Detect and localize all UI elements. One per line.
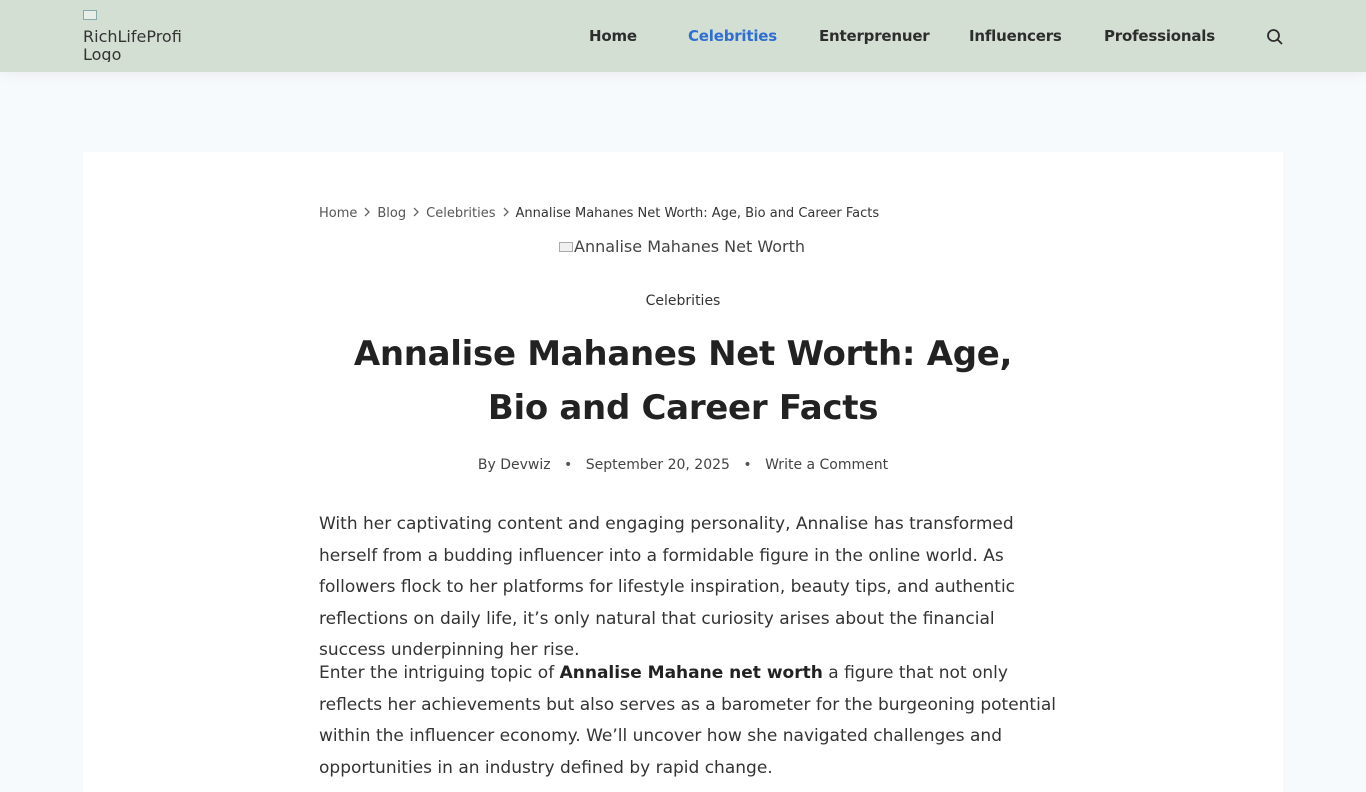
chevron-right-icon	[406, 207, 426, 220]
post-meta: By Devwiz • September 20, 2025 • Write a…	[0, 457, 1366, 473]
category-link: Celebrities	[0, 293, 1366, 309]
site-logo[interactable]: RichLifeProfi Logo	[83, 10, 183, 62]
bold-keyword: Annalise Mahane net worth	[559, 663, 823, 683]
breadcrumb-blog[interactable]: Blog	[377, 206, 406, 221]
author-link[interactable]: Devwiz	[500, 457, 550, 473]
site-header: RichLifeProfi Logo Home Celebrities Ente…	[0, 0, 1366, 72]
meta-separator: •	[564, 457, 573, 473]
post-date: September 20, 2025	[585, 457, 730, 473]
comment-link[interactable]: Write a Comment	[765, 457, 888, 473]
meta-separator: •	[743, 457, 752, 473]
nav-item-influencers[interactable]: Influencers	[969, 27, 1062, 45]
breadcrumb-celebrities[interactable]: Celebrities	[426, 206, 495, 221]
nav-item-professionals[interactable]: Professionals	[1104, 27, 1215, 45]
page-title: Annalise Mahanes Net Worth: Age, Bio and…	[353, 334, 1013, 428]
featured-image: Annalise Mahanes Net Worth	[559, 237, 819, 267]
breadcrumb: Home Blog Celebrities Annalise Mahanes N…	[319, 206, 879, 221]
search-icon[interactable]	[1266, 28, 1284, 46]
nav-item-home[interactable]: Home	[589, 27, 637, 45]
category-label[interactable]: Celebrities	[646, 293, 721, 309]
breadcrumb-current: Annalise Mahanes Net Worth: Age, Bio and…	[515, 206, 880, 221]
chevron-right-icon	[357, 207, 377, 220]
chevron-right-icon	[496, 207, 516, 220]
paragraph-text: Enter the intriguing topic of	[319, 663, 555, 683]
article-paragraph: With her captivating content and engagin…	[319, 514, 1016, 660]
article-paragraph: Enter the intriguing topic of Annalise M…	[319, 658, 1059, 784]
breadcrumb-home[interactable]: Home	[319, 206, 357, 221]
logo-alt-text: RichLifeProfi Logo	[83, 27, 182, 63]
broken-image-icon	[83, 10, 97, 20]
nav-item-celebrities[interactable]: Celebrities	[688, 27, 777, 45]
featured-image-alt: Annalise Mahanes Net Worth	[574, 237, 805, 256]
nav-item-enterprenuer[interactable]: Enterprenuer	[819, 27, 930, 45]
meta-by: By	[477, 457, 496, 473]
broken-image-icon	[559, 242, 573, 252]
